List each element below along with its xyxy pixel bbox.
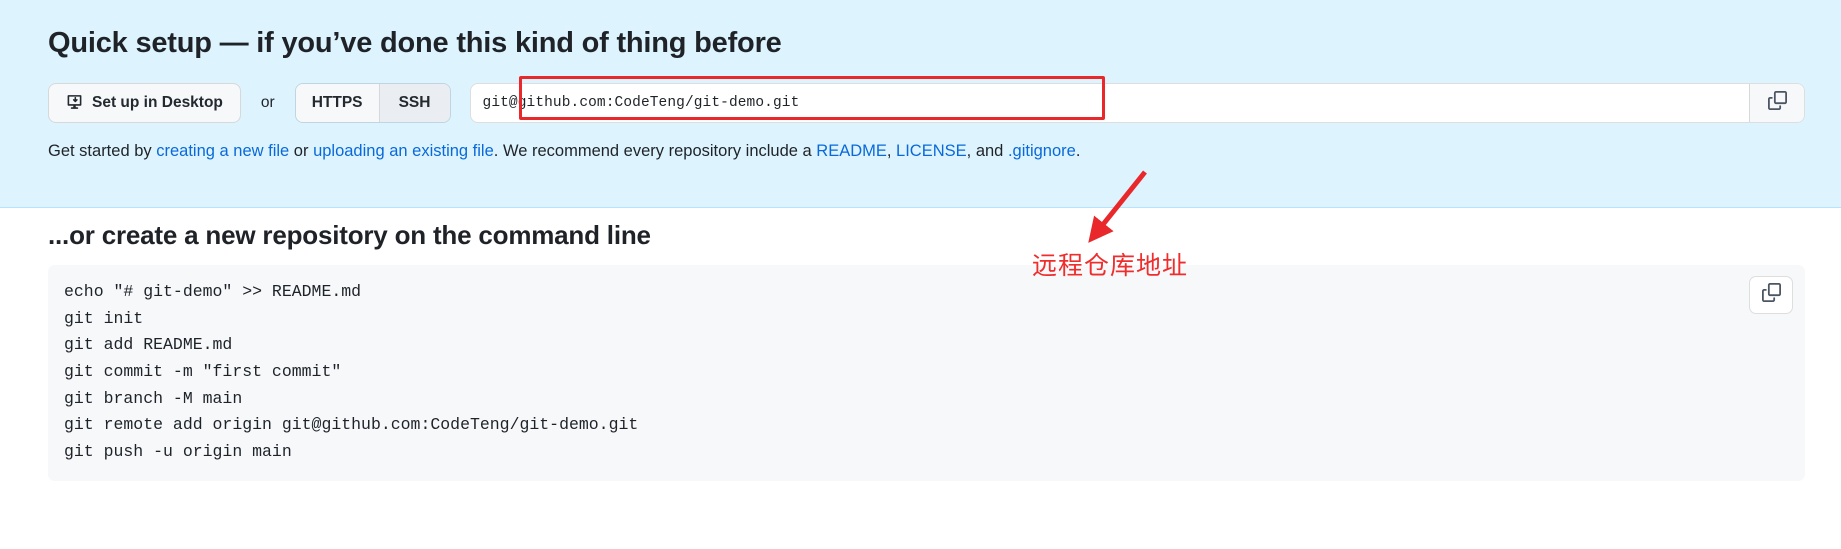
get-started-help-text: Get started by creating a new file or up… <box>48 141 1805 162</box>
code-line: git commit -m "first commit" <box>64 361 342 381</box>
readme-link[interactable]: README <box>816 142 887 160</box>
gitignore-link[interactable]: .gitignore <box>1008 142 1076 160</box>
code-line: git add README.md <box>64 335 233 355</box>
ssh-toggle-button[interactable]: SSH <box>379 83 450 122</box>
uploading-an-existing-file-link[interactable]: uploading an existing file <box>313 142 494 160</box>
quick-setup-panel: Quick setup — if you’ve done this kind o… <box>0 0 1841 208</box>
creating-a-new-file-link[interactable]: creating a new file <box>156 142 289 160</box>
copy-url-button[interactable] <box>1749 83 1804 122</box>
set-up-in-desktop-button[interactable]: Set up in Desktop <box>48 82 241 123</box>
desktop-download-icon <box>66 94 83 111</box>
command-line-code-block: echo "# git-demo" >> README.md git init … <box>48 265 1805 482</box>
repo-url-input[interactable] <box>470 83 1749 122</box>
code-line: git init <box>64 308 144 328</box>
command-line-section: ...or create a new repository on the com… <box>0 208 1841 482</box>
code-line: git push -u origin main <box>64 441 292 461</box>
code-line: echo "# git-demo" >> README.md <box>64 282 362 302</box>
repo-url-field-wrapper <box>469 82 1805 123</box>
code-line: git remote add origin git@github.com:Cod… <box>64 415 639 435</box>
protocol-toggle-group: HTTPS SSH <box>294 82 451 123</box>
setup-controls-row: Set up in Desktop or HTTPS SSH <box>48 82 1805 123</box>
page-title: Quick setup — if you’ve done this kind o… <box>48 27 782 59</box>
copy-icon <box>1761 283 1781 307</box>
help-middle-1: or <box>289 141 314 160</box>
help-middle-2: . We recommend every repository include … <box>493 141 817 160</box>
copy-icon <box>1767 90 1787 115</box>
help-sep-1: , <box>886 141 897 160</box>
help-prefix: Get started by <box>48 141 157 160</box>
or-label: or <box>260 93 275 111</box>
set-up-in-desktop-label: Set up in Desktop <box>92 93 223 111</box>
help-suffix: . <box>1075 141 1081 160</box>
help-middle-3: , and <box>966 141 1008 160</box>
command-line-title: ...or create a new repository on the com… <box>48 220 651 250</box>
https-toggle-button[interactable]: HTTPS <box>295 83 380 122</box>
copy-commands-button[interactable] <box>1749 276 1793 315</box>
license-link[interactable]: LICENSE <box>896 142 967 160</box>
code-line: git branch -M main <box>64 388 243 408</box>
